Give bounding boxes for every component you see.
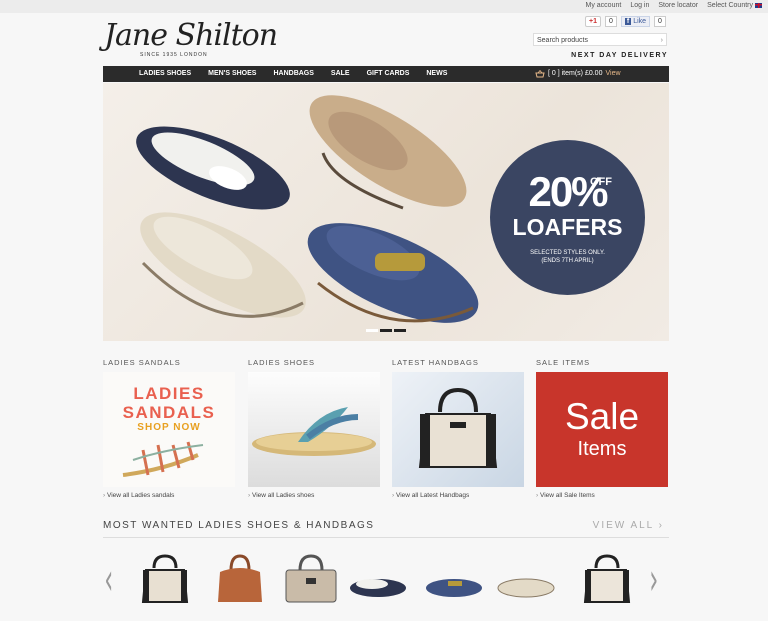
category-title: LADIES SHOES: [248, 358, 316, 367]
my-account-link[interactable]: My account: [586, 2, 622, 9]
category-link[interactable]: View all Ladies shoes: [248, 492, 380, 499]
product-shoe-blue-suede[interactable]: [424, 550, 484, 605]
promo-percent: 20%: [528, 168, 608, 215]
social-buttons: +1 0 f Like 0: [585, 16, 666, 27]
sale-label: Sale: [564, 396, 640, 437]
nav-mens-shoes[interactable]: MEN'S SHOES: [208, 66, 256, 82]
login-link[interactable]: Log in: [630, 2, 649, 9]
main-nav: LADIES SHOES MEN'S SHOES HANDBAGS SALE G…: [103, 66, 669, 82]
category-link[interactable]: View all Ladies sandals: [103, 492, 235, 499]
category-latest-handbags: LATEST HANDBAGS View all Latest Handbags: [392, 358, 524, 499]
promo-note: SELECTED STYLES ONLY.: [530, 250, 605, 256]
nav-news[interactable]: NEWS: [426, 66, 447, 82]
category-title: LADIES SANDALS: [103, 358, 181, 367]
facebook-icon: f: [624, 18, 632, 25]
carousel-dots: [366, 329, 406, 332]
items-label: Items: [577, 438, 627, 460]
carousel-dot[interactable]: [366, 329, 378, 332]
next-day-delivery: NEXT DAY DELIVERY: [571, 52, 668, 59]
most-wanted-title: MOST WANTED LADIES SHOES & HANDBAGS: [103, 520, 375, 531]
uk-flag-icon: [755, 2, 762, 8]
category-ladies-shoes: LADIES SHOES View all Ladies shoes: [248, 358, 380, 499]
carousel-next-icon[interactable]: ›: [649, 555, 658, 605]
sandals-line2: SANDALS: [122, 403, 216, 422]
promo-badge: 20% LOAFERS SELECTED STYLES ONLY. (ENDS …: [490, 140, 645, 295]
view-all-link[interactable]: VIEW ALL ›: [593, 520, 664, 531]
carousel-dot[interactable]: [394, 329, 406, 332]
category-link[interactable]: View all Sale Items: [536, 492, 668, 499]
category-image[interactable]: [248, 372, 380, 487]
select-country-link[interactable]: Select Country: [707, 2, 762, 9]
basket-icon: [535, 70, 545, 78]
category-link[interactable]: View all Latest Handbags: [392, 492, 524, 499]
facebook-like-count: 0: [654, 16, 666, 27]
category-sale-items: SALE ITEMS Sale Items View all Sale Item…: [536, 358, 668, 499]
product-handbag-black-white[interactable]: [140, 550, 190, 605]
hero-banner[interactable]: 20% LOAFERS SELECTED STYLES ONLY. (ENDS …: [103, 83, 669, 341]
promo-end-date: (ENDS 7TH APRIL): [541, 258, 594, 264]
category-image[interactable]: Sale Items: [536, 372, 668, 487]
basket-view-link[interactable]: View: [605, 66, 620, 82]
search-input[interactable]: Search products ›: [533, 33, 667, 46]
carousel-prev-icon[interactable]: ‹: [104, 555, 113, 605]
divider: [103, 537, 669, 538]
product-handbag-taupe[interactable]: [282, 550, 340, 605]
search-submit-icon[interactable]: ›: [661, 34, 663, 47]
flip-flop-icon: [252, 407, 376, 456]
nav-gift-cards[interactable]: GIFT CARDS: [367, 66, 410, 82]
select-country-label: Select Country: [707, 2, 753, 9]
nav-sale[interactable]: SALE: [331, 66, 350, 82]
category-image[interactable]: [392, 372, 524, 487]
sandal-icon: [122, 441, 204, 477]
store-locator-link[interactable]: Store locator: [658, 2, 698, 9]
promo-off-label: OFF: [590, 176, 612, 188]
facebook-like-button[interactable]: f Like: [620, 16, 651, 27]
promo-headline: LOAFERS: [512, 214, 623, 240]
carousel-dot[interactable]: [380, 329, 392, 332]
product-shoe-navy-white[interactable]: [348, 550, 408, 605]
product-handbag-black-cream[interactable]: [582, 550, 632, 605]
google-plus-button[interactable]: +1: [585, 16, 601, 27]
search-placeholder: Search products: [537, 37, 588, 44]
category-title: LATEST HANDBAGS: [392, 358, 479, 367]
basket[interactable]: [ 0 ] item(s) £0.00 View: [535, 66, 621, 82]
product-shoe-cream[interactable]: [496, 550, 556, 605]
brand-logo[interactable]: Jane Shilton: [104, 18, 278, 53]
category-title: SALE ITEMS: [536, 358, 591, 367]
basket-summary: [ 0 ] item(s) £0.00: [548, 70, 603, 77]
category-image[interactable]: LADIES SANDALS SHOP NOW: [103, 372, 235, 487]
top-links: My account Log in Store locator Select C…: [586, 2, 762, 9]
nav-handbags[interactable]: HANDBAGS: [273, 66, 313, 82]
facebook-like-label: Like: [633, 18, 647, 25]
product-handbag-tan[interactable]: [215, 550, 265, 605]
nav-ladies-shoes[interactable]: LADIES SHOES: [139, 66, 191, 82]
category-ladies-sandals: LADIES SANDALS LADIES SANDALS SHOP NOW V…: [103, 358, 235, 499]
google-plus-count: 0: [604, 16, 617, 27]
sandals-line1: LADIES: [133, 384, 205, 403]
brand-subtitle: SINCE 1935 LONDON: [140, 52, 208, 58]
handbag-icon: [418, 387, 498, 468]
